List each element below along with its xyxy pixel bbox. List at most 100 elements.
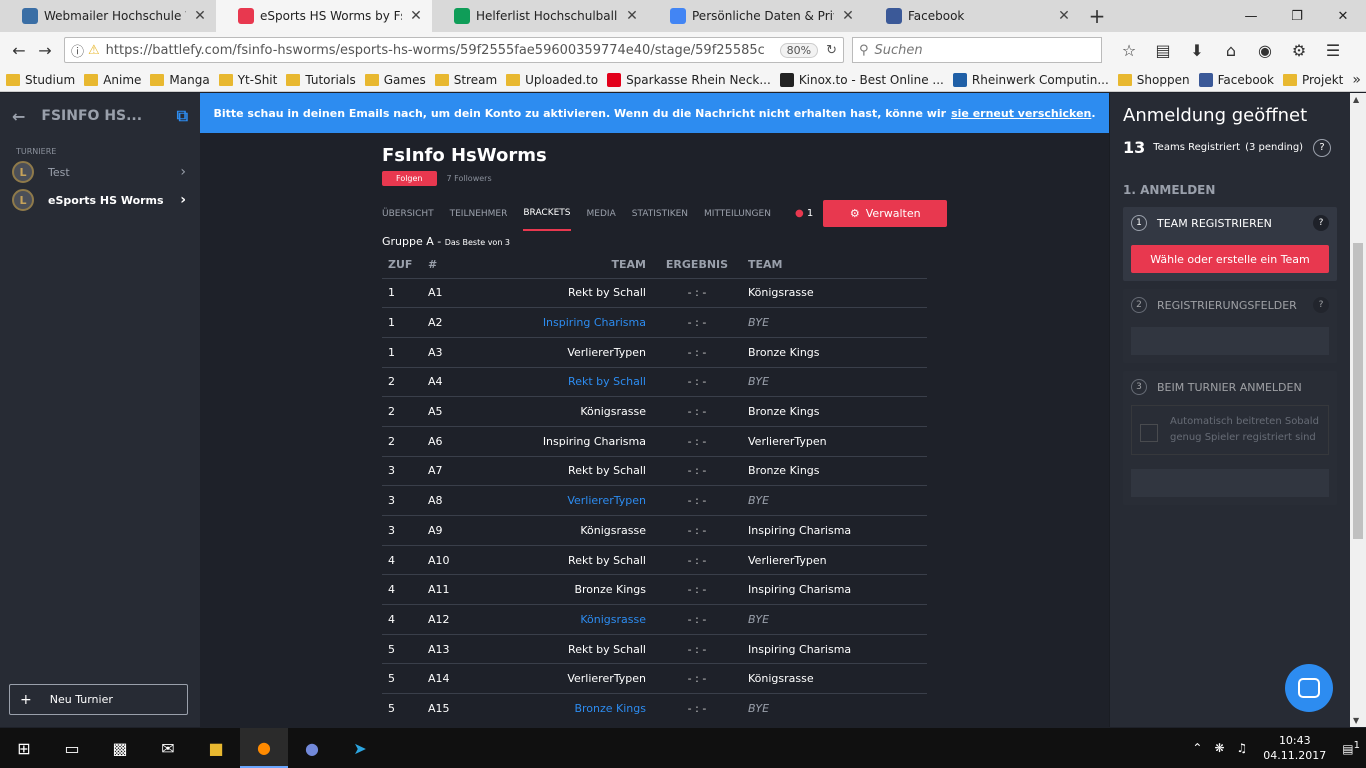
team1-cell[interactable]: VerliererTypen bbox=[482, 485, 652, 516]
team2-cell[interactable]: Königsrasse bbox=[742, 277, 927, 308]
manage-button[interactable]: ⚙ Verwalten bbox=[823, 200, 948, 227]
table-row[interactable]: 1 A3 VerliererTypen - : - Bronze Kings bbox=[382, 336, 927, 368]
info-icon[interactable]: ⓘ bbox=[71, 41, 84, 60]
chat-launcher-button[interactable] bbox=[1285, 664, 1333, 712]
bookmark-item[interactable]: Studium bbox=[6, 73, 75, 87]
new-tab-button[interactable]: + bbox=[1080, 0, 1114, 32]
url-text[interactable]: https://battlefy.com/fsinfo-hsworms/espo… bbox=[106, 43, 772, 58]
table-row[interactable]: 3 A9 Königsrasse - : - Inspiring Charisma bbox=[382, 515, 927, 546]
table-row[interactable]: 4 A12 Königsrasse - : - BYE bbox=[382, 604, 927, 635]
bookmark-item[interactable]: Facebook bbox=[1198, 72, 1274, 87]
team1-cell[interactable]: Inspiring Charisma bbox=[482, 425, 652, 457]
org-name[interactable]: FSINFO HS... bbox=[41, 108, 176, 124]
bookmarks-overflow-icon[interactable]: » bbox=[1352, 72, 1361, 88]
team2-cell[interactable]: VerliererTypen bbox=[742, 425, 927, 457]
help-icon[interactable]: ? bbox=[1313, 215, 1329, 231]
close-tab-icon[interactable]: ✕ bbox=[192, 8, 208, 24]
team2-cell[interactable]: Bronze Kings bbox=[742, 336, 927, 368]
scroll-up-icon[interactable]: ▲ bbox=[1353, 95, 1359, 104]
bookmark-item[interactable]: Kinox.to - Best Online ... bbox=[779, 72, 944, 87]
team1-cell[interactable]: Rekt by Schall bbox=[482, 544, 652, 575]
browser-tab[interactable]: Helferlist Hochschulball Vor ✕ bbox=[432, 0, 648, 32]
table-row[interactable]: 1 A2 Inspiring Charisma - : - BYE bbox=[382, 307, 927, 338]
notification-icon[interactable]: ▤1 bbox=[1342, 740, 1360, 756]
team2-cell[interactable]: Inspiring Charisma bbox=[742, 633, 927, 664]
restore-icon[interactable]: ❐ bbox=[1274, 0, 1320, 32]
start-icon[interactable]: ⊞ bbox=[0, 728, 48, 768]
home-icon[interactable]: ⌂ bbox=[1214, 41, 1248, 60]
close-tab-icon[interactable]: ✕ bbox=[840, 8, 856, 24]
bookmark-star-icon[interactable]: ☆ bbox=[1112, 41, 1146, 60]
bookmark-item[interactable]: Shoppen bbox=[1117, 73, 1190, 87]
tab-brackets[interactable]: BRACKETS bbox=[523, 196, 571, 231]
forward-icon[interactable]: → bbox=[32, 37, 58, 63]
search-input[interactable]: ⚲ Suchen bbox=[852, 37, 1102, 63]
team2-cell[interactable]: VerliererTypen bbox=[742, 544, 927, 575]
team1-cell[interactable]: Rekt by Schall bbox=[482, 366, 652, 397]
team1-cell[interactable]: Königsrasse bbox=[482, 396, 652, 427]
telegram-icon[interactable]: ➤ bbox=[336, 728, 384, 768]
participants-indicator[interactable]: ● 1 bbox=[795, 208, 813, 219]
scroll-down-icon[interactable]: ▼ bbox=[1353, 716, 1359, 725]
table-row[interactable]: 2 A5 Königsrasse - : - Bronze Kings bbox=[382, 396, 927, 427]
team1-cell[interactable]: VerliererTypen bbox=[482, 663, 652, 694]
browser-tab[interactable]: Webmailer Hochschule Wor ✕ bbox=[0, 0, 216, 32]
team1-cell[interactable]: Rekt by Schall bbox=[482, 277, 652, 308]
help-icon[interactable]: ? bbox=[1313, 138, 1332, 157]
table-row[interactable]: 5 A15 Bronze Kings - : - BYE bbox=[382, 693, 927, 724]
team1-cell[interactable]: Inspiring Charisma bbox=[482, 307, 652, 338]
volume-icon[interactable]: ♫ bbox=[1237, 741, 1248, 755]
file-explorer-icon[interactable]: ■ bbox=[192, 728, 240, 768]
sidebar-item-tournament[interactable]: LeSports HS Worms › bbox=[0, 186, 200, 214]
table-row[interactable]: 2 A6 Inspiring Charisma - : - VerliererTypen bbox=[382, 425, 927, 457]
mail-icon[interactable]: ✉ bbox=[144, 728, 192, 768]
table-row[interactable]: 3 A7 Rekt by Schall - : - Bronze Kings bbox=[382, 455, 927, 486]
tab-übersicht[interactable]: ÜBERSICHT bbox=[382, 196, 434, 231]
team1-cell[interactable]: Bronze Kings bbox=[482, 574, 652, 605]
bookmark-item[interactable]: Yt-Shit bbox=[218, 73, 277, 87]
tab-mitteilungen[interactable]: MITTEILUNGEN bbox=[704, 196, 771, 231]
discord-icon[interactable]: ● bbox=[288, 728, 336, 768]
team2-cell[interactable]: Bronze Kings bbox=[742, 396, 927, 427]
table-row[interactable]: 3 A8 VerliererTypen - : - BYE bbox=[382, 485, 927, 516]
reading-list-icon[interactable]: ▤ bbox=[1146, 41, 1180, 60]
sidebar-item-tournament[interactable]: L Test › bbox=[0, 158, 200, 186]
menu-icon[interactable]: ☰ bbox=[1316, 41, 1350, 60]
reload-icon[interactable]: ↻ bbox=[826, 43, 837, 58]
browser-tab[interactable]: eSports HS Worms by FsInfo ✕ bbox=[216, 0, 432, 32]
bookmark-item[interactable]: Tutorials bbox=[286, 73, 356, 87]
table-row[interactable]: 2 A4 Rekt by Schall - : - BYE bbox=[382, 366, 927, 397]
pocket-icon[interactable]: ◉ bbox=[1248, 41, 1282, 60]
team2-cell[interactable]: Königsrasse bbox=[742, 663, 927, 694]
browser-tab[interactable]: Facebook ✕ bbox=[864, 0, 1080, 32]
task-view-icon[interactable]: ▭ bbox=[48, 728, 96, 768]
scrollbar-thumb[interactable] bbox=[1353, 243, 1363, 539]
follow-button[interactable]: Folgen bbox=[382, 171, 437, 186]
team1-cell[interactable]: Bronze Kings bbox=[482, 693, 652, 724]
table-row[interactable]: 1 A1 Rekt by Schall - : - Königsrasse bbox=[382, 277, 927, 308]
bookmark-item[interactable]: Rheinwerk Computin... bbox=[952, 72, 1109, 87]
wifi-icon[interactable]: ❋ bbox=[1214, 741, 1224, 755]
bookmark-item[interactable]: Projekt bbox=[1282, 73, 1343, 87]
choose-team-button[interactable]: Wähle oder erstelle ein Team bbox=[1131, 245, 1329, 273]
external-link-icon[interactable]: ⧉ bbox=[177, 106, 188, 126]
browser-tab[interactable]: Persönliche Daten & Privatsp ✕ bbox=[648, 0, 864, 32]
clock[interactable]: 10:43 04.11.2017 bbox=[1263, 733, 1326, 763]
team1-cell[interactable]: Rekt by Schall bbox=[482, 455, 652, 486]
back-icon[interactable]: ← bbox=[6, 37, 32, 63]
tab-statistiken[interactable]: STATISTIKEN bbox=[632, 196, 688, 231]
close-tab-icon[interactable]: ✕ bbox=[408, 8, 424, 24]
bookmark-item[interactable]: Sparkasse Rhein Neck... bbox=[607, 72, 771, 87]
team2-cell[interactable]: Inspiring Charisma bbox=[742, 574, 927, 605]
firefox-icon[interactable]: ● bbox=[240, 728, 288, 768]
bookmark-item[interactable]: Anime bbox=[84, 73, 141, 87]
tray-chevron-icon[interactable]: ⌃ bbox=[1192, 741, 1202, 755]
resend-link[interactable]: sie erneut verschicken bbox=[951, 107, 1091, 120]
download-icon[interactable]: ⬇ bbox=[1180, 41, 1214, 60]
team1-cell[interactable]: Rekt by Schall bbox=[482, 633, 652, 664]
extension-icon[interactable]: ⚙ bbox=[1282, 41, 1316, 60]
tab-media[interactable]: MEDIA bbox=[587, 196, 616, 231]
team1-cell[interactable]: Königsrasse bbox=[482, 515, 652, 546]
table-row[interactable]: 5 A14 VerliererTypen - : - Königsrasse bbox=[382, 663, 927, 694]
page-scrollbar[interactable]: ▲ ▼ bbox=[1350, 93, 1366, 727]
